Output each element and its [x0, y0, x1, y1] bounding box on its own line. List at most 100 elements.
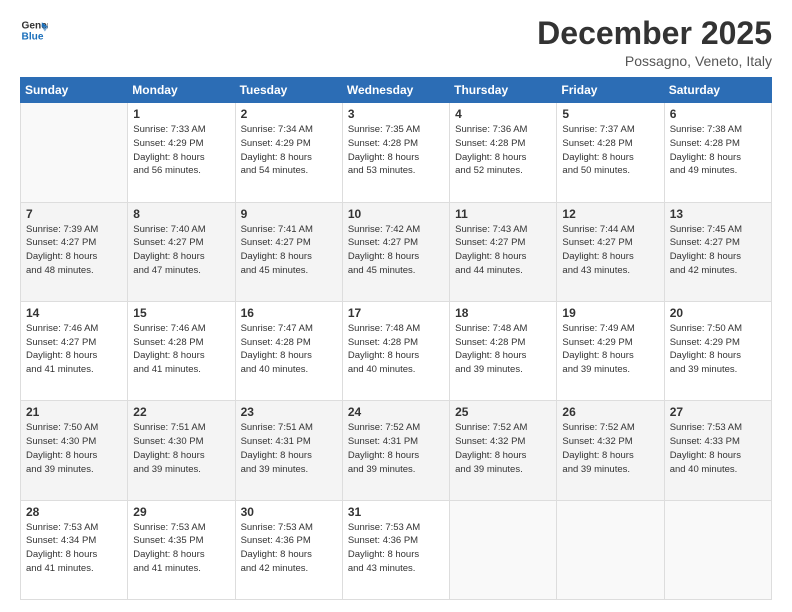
calendar-week-1: 1 Sunrise: 7:33 AM Sunset: 4:29 PM Daylig… — [21, 103, 772, 202]
day-number: 18 — [455, 306, 551, 320]
day-info: Sunrise: 7:46 AM Sunset: 4:28 PM Dayligh… — [133, 322, 229, 377]
day-info: Sunrise: 7:48 AM Sunset: 4:28 PM Dayligh… — [348, 322, 444, 377]
day-info: Sunrise: 7:51 AM Sunset: 4:30 PM Dayligh… — [133, 421, 229, 476]
day-info: Sunrise: 7:53 AM Sunset: 4:34 PM Dayligh… — [26, 521, 122, 576]
calendar-cell: 15 Sunrise: 7:46 AM Sunset: 4:28 PM Dayli… — [128, 301, 235, 400]
calendar-cell: 31Sunrise: 7:53 AM Sunset: 4:36 PM Dayli… — [342, 500, 449, 599]
day-info: Sunrise: 7:47 AM Sunset: 4:28 PM Dayligh… — [241, 322, 337, 377]
day-info: Sunrise: 7:39 AM Sunset: 4:27 PM Dayligh… — [26, 223, 122, 278]
calendar-cell — [557, 500, 664, 599]
day-info: Sunrise: 7:52 AM Sunset: 4:31 PM Dayligh… — [348, 421, 444, 476]
day-info: Sunrise: 7:50 AM Sunset: 4:30 PM Dayligh… — [26, 421, 122, 476]
day-info: Sunrise: 7:41 AM Sunset: 4:27 PM Dayligh… — [241, 223, 337, 278]
day-info: Sunrise: 7:48 AM Sunset: 4:28 PM Dayligh… — [455, 322, 551, 377]
day-info: Sunrise: 7:44 AM Sunset: 4:27 PM Dayligh… — [562, 223, 658, 278]
calendar-week-2: 7Sunrise: 7:39 AM Sunset: 4:27 PM Daylig… — [21, 202, 772, 301]
day-info: Sunrise: 7:45 AM Sunset: 4:27 PM Dayligh… — [670, 223, 766, 278]
day-number: 5 — [562, 107, 658, 121]
calendar-cell: 1 Sunrise: 7:33 AM Sunset: 4:29 PM Daylig… — [128, 103, 235, 202]
day-info: Sunrise: 7:42 AM Sunset: 4:27 PM Dayligh… — [348, 223, 444, 278]
weekday-header-wednesday: Wednesday — [342, 78, 449, 103]
weekday-header-saturday: Saturday — [664, 78, 771, 103]
calendar-week-3: 14 Sunrise: 7:46 AM Sunset: 4:27 PM Dayli… — [21, 301, 772, 400]
day-number: 10 — [348, 207, 444, 221]
weekday-header-row: SundayMondayTuesdayWednesdayThursdayFrid… — [21, 78, 772, 103]
day-number: 2 — [241, 107, 337, 121]
calendar-cell: 3 Sunrise: 7:35 AM Sunset: 4:28 PM Daylig… — [342, 103, 449, 202]
day-number: 11 — [455, 207, 551, 221]
day-info: Sunrise: 7:43 AM Sunset: 4:27 PM Dayligh… — [455, 223, 551, 278]
day-number: 14 — [26, 306, 122, 320]
day-number: 31 — [348, 505, 444, 519]
weekday-header-tuesday: Tuesday — [235, 78, 342, 103]
calendar-cell: 23 Sunrise: 7:51 AM Sunset: 4:31 PM Dayli… — [235, 401, 342, 500]
day-number: 16 — [241, 306, 337, 320]
day-number: 28 — [26, 505, 122, 519]
day-number: 13 — [670, 207, 766, 221]
calendar-cell: 18 Sunrise: 7:48 AM Sunset: 4:28 PM Dayli… — [450, 301, 557, 400]
calendar-table: SundayMondayTuesdayWednesdayThursdayFrid… — [20, 77, 772, 600]
calendar-cell: 4Sunrise: 7:36 AM Sunset: 4:28 PM Daylig… — [450, 103, 557, 202]
day-number: 12 — [562, 207, 658, 221]
day-info: Sunrise: 7:35 AM Sunset: 4:28 PM Dayligh… — [348, 123, 444, 178]
day-info: Sunrise: 7:53 AM Sunset: 4:35 PM Dayligh… — [133, 521, 229, 576]
location: Possagno, Veneto, Italy — [537, 53, 772, 69]
day-info: Sunrise: 7:37 AM Sunset: 4:28 PM Dayligh… — [562, 123, 658, 178]
day-number: 24 — [348, 405, 444, 419]
day-number: 19 — [562, 306, 658, 320]
calendar-cell — [21, 103, 128, 202]
calendar-cell: 17 Sunrise: 7:48 AM Sunset: 4:28 PM Dayli… — [342, 301, 449, 400]
weekday-header-thursday: Thursday — [450, 78, 557, 103]
header: General Blue December 2025 Possagno, Ven… — [20, 16, 772, 69]
page: General Blue December 2025 Possagno, Ven… — [0, 0, 792, 612]
calendar-cell: 30Sunrise: 7:53 AM Sunset: 4:36 PM Dayli… — [235, 500, 342, 599]
calendar-cell: 2 Sunrise: 7:34 AM Sunset: 4:29 PM Daylig… — [235, 103, 342, 202]
calendar-cell: 25Sunrise: 7:52 AM Sunset: 4:32 PM Dayli… — [450, 401, 557, 500]
calendar-cell: 22 Sunrise: 7:51 AM Sunset: 4:30 PM Dayli… — [128, 401, 235, 500]
weekday-header-friday: Friday — [557, 78, 664, 103]
day-info: Sunrise: 7:49 AM Sunset: 4:29 PM Dayligh… — [562, 322, 658, 377]
day-info: Sunrise: 7:34 AM Sunset: 4:29 PM Dayligh… — [241, 123, 337, 178]
calendar-cell: 9 Sunrise: 7:41 AM Sunset: 4:27 PM Daylig… — [235, 202, 342, 301]
day-number: 3 — [348, 107, 444, 121]
day-number: 25 — [455, 405, 551, 419]
day-info: Sunrise: 7:38 AM Sunset: 4:28 PM Dayligh… — [670, 123, 766, 178]
day-number: 22 — [133, 405, 229, 419]
calendar-cell: 14 Sunrise: 7:46 AM Sunset: 4:27 PM Dayli… — [21, 301, 128, 400]
day-number: 15 — [133, 306, 229, 320]
logo: General Blue — [20, 16, 48, 44]
calendar-cell: 6 Sunrise: 7:38 AM Sunset: 4:28 PM Daylig… — [664, 103, 771, 202]
day-number: 23 — [241, 405, 337, 419]
calendar-cell: 16 Sunrise: 7:47 AM Sunset: 4:28 PM Dayli… — [235, 301, 342, 400]
day-info: Sunrise: 7:33 AM Sunset: 4:29 PM Dayligh… — [133, 123, 229, 178]
day-info: Sunrise: 7:36 AM Sunset: 4:28 PM Dayligh… — [455, 123, 551, 178]
calendar-week-4: 21 Sunrise: 7:50 AM Sunset: 4:30 PM Dayli… — [21, 401, 772, 500]
calendar-cell: 13 Sunrise: 7:45 AM Sunset: 4:27 PM Dayli… — [664, 202, 771, 301]
day-info: Sunrise: 7:46 AM Sunset: 4:27 PM Dayligh… — [26, 322, 122, 377]
day-number: 6 — [670, 107, 766, 121]
calendar-cell: 8Sunrise: 7:40 AM Sunset: 4:27 PM Daylig… — [128, 202, 235, 301]
title-block: December 2025 Possagno, Veneto, Italy — [537, 16, 772, 69]
calendar-cell: 28 Sunrise: 7:53 AM Sunset: 4:34 PM Dayli… — [21, 500, 128, 599]
calendar-cell: 19 Sunrise: 7:49 AM Sunset: 4:29 PM Dayli… — [557, 301, 664, 400]
day-info: Sunrise: 7:50 AM Sunset: 4:29 PM Dayligh… — [670, 322, 766, 377]
calendar-cell — [664, 500, 771, 599]
calendar-cell: 20 Sunrise: 7:50 AM Sunset: 4:29 PM Dayli… — [664, 301, 771, 400]
logo-icon: General Blue — [20, 16, 48, 44]
day-info: Sunrise: 7:40 AM Sunset: 4:27 PM Dayligh… — [133, 223, 229, 278]
month-title: December 2025 — [537, 16, 772, 51]
calendar-cell: 7Sunrise: 7:39 AM Sunset: 4:27 PM Daylig… — [21, 202, 128, 301]
calendar-week-5: 28 Sunrise: 7:53 AM Sunset: 4:34 PM Dayli… — [21, 500, 772, 599]
day-number: 17 — [348, 306, 444, 320]
day-number: 1 — [133, 107, 229, 121]
day-number: 21 — [26, 405, 122, 419]
day-number: 20 — [670, 306, 766, 320]
calendar-cell — [450, 500, 557, 599]
calendar-cell: 12 Sunrise: 7:44 AM Sunset: 4:27 PM Dayli… — [557, 202, 664, 301]
day-number: 9 — [241, 207, 337, 221]
calendar-cell: 27Sunrise: 7:53 AM Sunset: 4:33 PM Dayli… — [664, 401, 771, 500]
svg-text:Blue: Blue — [22, 31, 44, 42]
weekday-header-sunday: Sunday — [21, 78, 128, 103]
calendar-cell: 11 Sunrise: 7:43 AM Sunset: 4:27 PM Dayli… — [450, 202, 557, 301]
day-info: Sunrise: 7:51 AM Sunset: 4:31 PM Dayligh… — [241, 421, 337, 476]
